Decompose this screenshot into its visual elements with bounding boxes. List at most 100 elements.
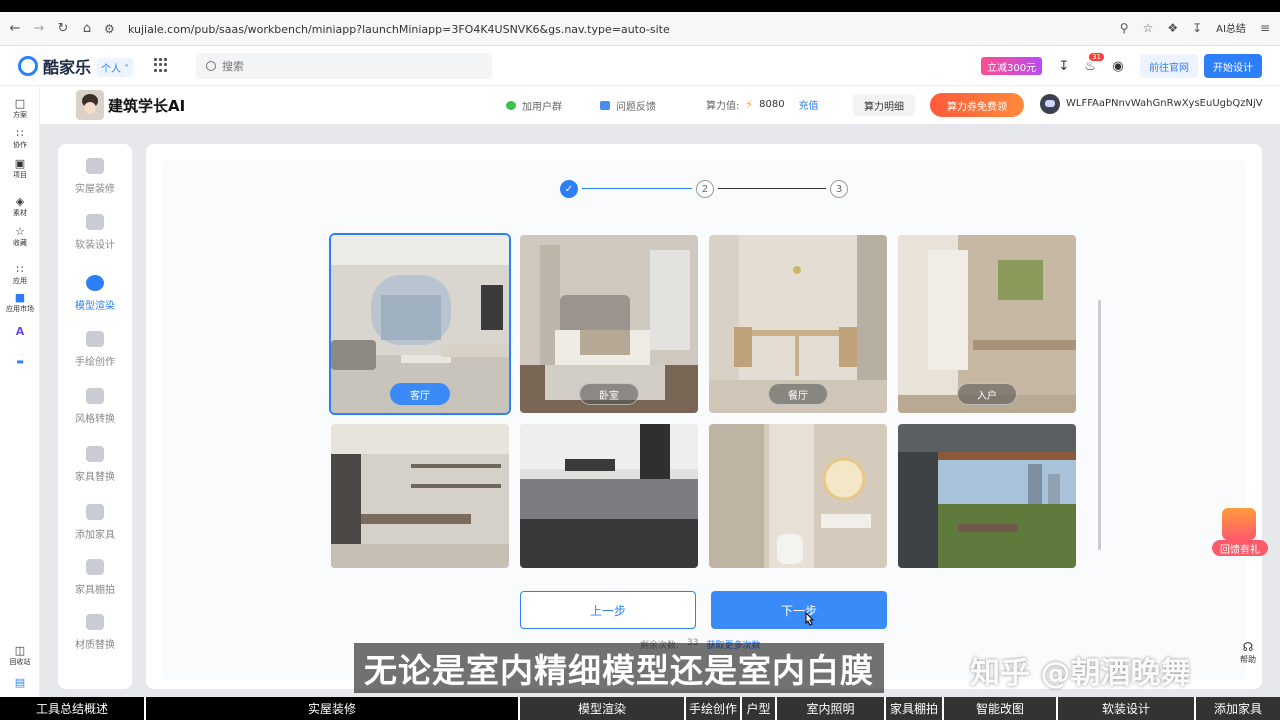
apps-icon: ∷: [16, 263, 24, 276]
miniapp-title: 建筑学长AI: [108, 97, 186, 115]
main-panel: ✓ 2 3 客厅 卧室 餐厅 入户 上一步 下一步: [146, 144, 1262, 689]
rail-item-collab[interactable]: ∷ 协作: [0, 128, 40, 150]
recharge-link[interactable]: 充值: [799, 97, 819, 112]
reload-icon[interactable]: ↻: [54, 20, 72, 38]
gift-box-icon: [1222, 508, 1256, 540]
file-icon: □: [14, 97, 26, 110]
feature-item-model-render[interactable]: 模型渲染: [58, 275, 132, 312]
help-button[interactable]: ☊ 帮助: [1240, 640, 1256, 665]
robot-icon[interactable]: ◉: [1108, 56, 1128, 76]
rail-item-projects[interactable]: ▣ 项目: [0, 158, 40, 180]
feature-item-style-transfer[interactable]: 风格转换: [58, 388, 132, 425]
star-icon: ☆: [15, 225, 25, 238]
rail-app-ai[interactable]: A: [0, 326, 40, 338]
bookmark-star-icon[interactable]: ☆: [1143, 21, 1154, 35]
download-icon[interactable]: ↧: [1192, 21, 1202, 35]
chapter-item[interactable]: 户型: [742, 697, 777, 720]
rail-item-apps[interactable]: ∷ 应用: [0, 264, 40, 286]
chapter-item[interactable]: 添加家具: [1196, 697, 1280, 720]
feature-item-furniture-shoot[interactable]: 家具棚拍: [58, 559, 132, 596]
points-detail-button[interactable]: 算力明细: [853, 94, 915, 116]
account-type-dropdown[interactable]: 个人 ˅: [97, 58, 134, 77]
zoom-icon[interactable]: ⚲: [1120, 21, 1129, 35]
logo-icon: [18, 56, 38, 76]
room-tile-bedroom[interactable]: 卧室: [520, 235, 698, 413]
wechat-icon: [506, 100, 516, 110]
room-grid: 客厅 卧室 餐厅 入户: [331, 235, 1081, 572]
menu-icon[interactable]: ≡: [1260, 21, 1270, 35]
promo-badge[interactable]: 立减300元: [981, 57, 1043, 75]
logo-text: 酷家乐: [43, 58, 92, 77]
feature-item-sketch[interactable]: 手绘创作: [58, 331, 132, 368]
join-group-button[interactable]: 加用户群: [506, 95, 562, 115]
rail-item-plans[interactable]: □ 方案: [0, 98, 40, 120]
feedback-button[interactable]: 问题反馈: [600, 95, 656, 115]
scrollbar[interactable]: [1098, 300, 1101, 550]
home-icon[interactable]: ⌂: [78, 20, 96, 38]
room-tile-bathroom[interactable]: [709, 424, 887, 568]
step-connector: [718, 188, 826, 189]
search-box[interactable]: [196, 53, 492, 79]
address-bar[interactable]: ⚙ kujiale.com/pub/saas/workbench/miniapp…: [104, 16, 1134, 42]
chapter-item[interactable]: 工具总结概述: [0, 697, 146, 720]
room-tile-kitchen[interactable]: [520, 424, 698, 568]
free-coupon-button[interactable]: 算力券免费领: [930, 93, 1024, 117]
balcony-image: [898, 424, 1076, 568]
download-client-icon[interactable]: ↧: [1054, 56, 1074, 76]
workspace: 实屋装修 软装设计 模型渲染 手绘创作 风格转换 家具替换 添加家具 家具棚拍 …: [40, 124, 1280, 698]
extensions-icon[interactable]: ❖: [1167, 21, 1178, 35]
feature-item-add-furniture[interactable]: 添加家具: [58, 504, 132, 541]
feature-item-material-replace[interactable]: 材质替换: [58, 614, 132, 651]
official-site-button[interactable]: 前往官网: [1140, 54, 1198, 78]
site-info-icon[interactable]: ⚙: [104, 22, 120, 36]
back-icon[interactable]: ←: [6, 20, 24, 38]
search-input[interactable]: [222, 59, 472, 73]
forward-icon[interactable]: →: [30, 20, 48, 38]
rail-collapse[interactable]: ▤: [0, 676, 40, 689]
rail-item-market[interactable]: ■ 应用市场: [0, 292, 40, 314]
feature-item-soft-design[interactable]: 软装设计: [58, 214, 132, 251]
chapter-item[interactable]: 软装设计: [1058, 697, 1196, 720]
logo[interactable]: 酷家乐: [18, 54, 91, 78]
chapter-bar: 工具总结概述 实屋装修 模型渲染 手绘创作 户型 室内照明 家具棚拍 智能改图 …: [0, 697, 1280, 720]
chapter-item[interactable]: 智能改图: [944, 697, 1058, 720]
bell-icon[interactable]: ♨ 31: [1080, 53, 1104, 76]
room-tile-balcony[interactable]: [898, 424, 1076, 568]
chapter-item[interactable]: 家具棚拍: [886, 697, 944, 720]
rail-item-materials[interactable]: ◈ 素材: [0, 196, 40, 218]
gift-widget[interactable]: 回馈有礼: [1212, 508, 1268, 558]
notification-badge: 31: [1089, 53, 1104, 61]
room-tile-entrance[interactable]: 入户: [898, 235, 1076, 413]
mouse-cursor-icon: [805, 612, 815, 626]
room-tile-dining[interactable]: 餐厅: [709, 235, 887, 413]
room-label: 客厅: [390, 383, 450, 405]
rail-app-extra[interactable]: ▬: [0, 356, 40, 368]
apps-grid-icon[interactable]: [154, 58, 168, 72]
next-step-button[interactable]: 下一步: [711, 591, 887, 629]
prev-step-button[interactable]: 上一步: [520, 591, 696, 629]
sofa-icon: [86, 214, 104, 230]
people-icon: ∷: [16, 127, 24, 140]
recycle-bin[interactable]: ◫ 回收站: [0, 644, 40, 667]
start-design-button[interactable]: 开始设计: [1204, 54, 1262, 78]
lightning-icon: ⚡: [745, 98, 754, 111]
user-avatar[interactable]: [1040, 94, 1060, 114]
folder-icon: ▣: [14, 157, 26, 170]
chapter-item-current[interactable]: 模型渲染: [520, 697, 686, 720]
rail-item-favorites[interactable]: ☆ 收藏: [0, 226, 40, 248]
chapter-item[interactable]: 实屋装修: [146, 697, 520, 720]
miniapp-avatar: [76, 90, 104, 120]
ai-summary-button[interactable]: AI总结: [1216, 20, 1246, 35]
add-furniture-icon: [86, 504, 104, 520]
style-icon: [86, 388, 104, 404]
room-tile-study[interactable]: [331, 424, 509, 568]
feature-item-real-decoration[interactable]: 实屋装修: [58, 158, 132, 195]
feature-item-furniture-replace[interactable]: 家具替换: [58, 446, 132, 483]
feature-sidebar: 实屋装修 软装设计 模型渲染 手绘创作 风格转换 家具替换 添加家具 家具棚拍 …: [58, 144, 132, 689]
chapter-item[interactable]: 手绘创作: [686, 697, 742, 720]
room-tile-living[interactable]: 客厅: [331, 235, 509, 413]
watermark: 知乎 @朝酒晚舞: [970, 656, 1191, 691]
username: WLFFAaPNnvWahGnRwXysEuUgbQzNjV: [1066, 98, 1263, 109]
stepper: ✓ 2 3: [560, 180, 850, 198]
chapter-item[interactable]: 室内照明: [777, 697, 886, 720]
